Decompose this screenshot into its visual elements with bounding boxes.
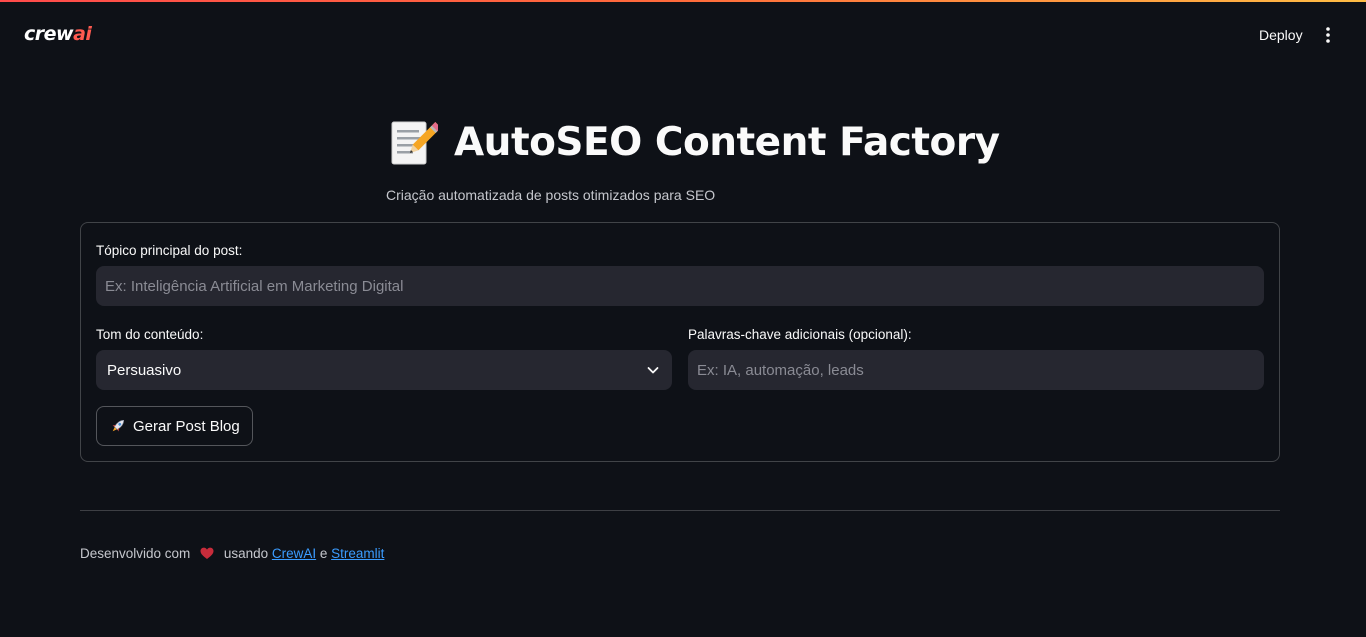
- footer-prefix-text: Desenvolvido com: [80, 546, 195, 561]
- footer-credits: Desenvolvido com usando CrewAI e Streaml…: [80, 546, 384, 561]
- app-header: crewai Deploy: [0, 2, 1366, 62]
- topic-input[interactable]: [96, 266, 1264, 306]
- footer-middle-text: usando: [220, 546, 272, 561]
- page-title: AutoSEO Content Factory: [454, 119, 1000, 165]
- tone-select[interactable]: Persuasivo: [96, 350, 672, 390]
- generate-post-label: Gerar Post Blog: [133, 417, 240, 435]
- page-title-row: AutoSEO Content Factory: [388, 112, 1000, 172]
- topic-label: Tópico principal do post:: [96, 243, 243, 258]
- deploy-button[interactable]: Deploy: [1248, 23, 1314, 47]
- crewai-link[interactable]: CrewAI: [272, 546, 316, 561]
- tone-label: Tom do conteúdo:: [96, 327, 204, 342]
- tone-selected-value: Persuasivo: [107, 361, 182, 379]
- streamlit-link[interactable]: Streamlit: [331, 546, 384, 561]
- heart-icon: [200, 547, 214, 559]
- vertical-dots-icon[interactable]: [1318, 25, 1338, 45]
- chevron-down-icon: [647, 367, 659, 374]
- page-subtitle: Criação automatizada de posts otimizados…: [386, 187, 716, 203]
- crewai-logo[interactable]: crewai: [24, 23, 92, 49]
- keywords-label: Palavras-chave adicionais (opcional):: [688, 327, 912, 342]
- rocket-icon: [112, 420, 124, 432]
- generate-post-button[interactable]: Gerar Post Blog: [96, 406, 253, 446]
- footer-conj-text: e: [316, 546, 332, 561]
- logo-main-text: crew: [24, 23, 74, 45]
- logo-ai-text: ai: [73, 23, 92, 45]
- memo-emoji-icon: [391, 121, 438, 165]
- keywords-input[interactable]: [688, 350, 1264, 390]
- footer-divider: [80, 510, 1280, 511]
- post-form: Tópico principal do post: Tom do conteúd…: [80, 222, 1280, 462]
